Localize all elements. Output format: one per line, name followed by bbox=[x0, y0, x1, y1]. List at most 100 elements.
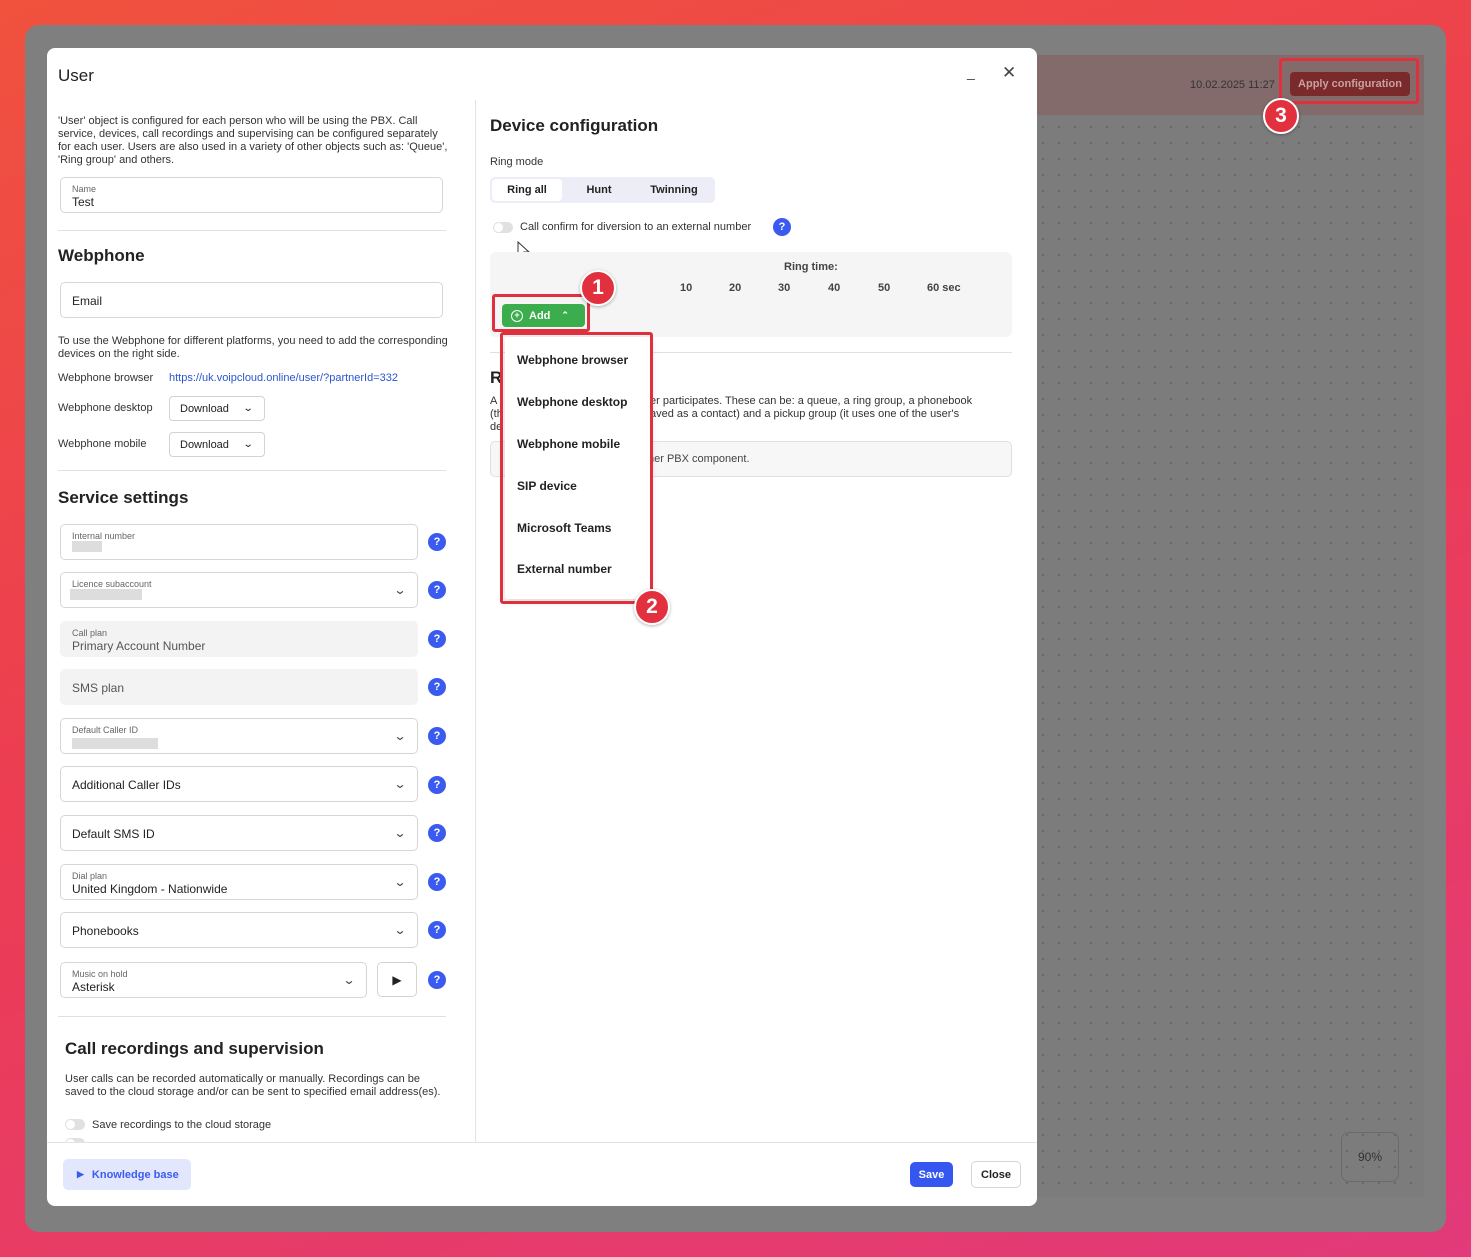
help-icon[interactable]: ? bbox=[428, 971, 446, 989]
chevron-down-icon: ⌄ bbox=[393, 777, 407, 791]
help-icon[interactable]: ? bbox=[428, 824, 446, 842]
internal-number-field[interactable]: Internal number bbox=[60, 524, 418, 560]
help-icon[interactable]: ? bbox=[428, 776, 446, 794]
licence-subaccount-select[interactable]: Licence subaccount ⌄ bbox=[60, 572, 418, 608]
email-label: Email bbox=[72, 294, 103, 308]
chevron-down-icon: ⌄ bbox=[242, 403, 254, 414]
config-timestamp: 10.02.2025 11:27 bbox=[1190, 79, 1275, 91]
help-icon[interactable]: ? bbox=[428, 533, 446, 551]
default-caller-id-label: Default Caller ID bbox=[72, 725, 139, 735]
ring-mode-label: Ring mode bbox=[490, 156, 544, 168]
play-music-button[interactable]: ▶ bbox=[377, 962, 417, 997]
dial-plan-select[interactable]: Dial plan United Kingdom - Nationwide ⌄ bbox=[60, 864, 418, 900]
chevron-down-icon: ⌄ bbox=[393, 875, 407, 889]
redacted-value bbox=[72, 541, 102, 552]
dial-plan-label: Dial plan bbox=[72, 871, 108, 881]
chevron-down-icon: ⌄ bbox=[393, 923, 407, 937]
play-icon: ▶ bbox=[77, 1169, 84, 1179]
highlight-add-button bbox=[492, 294, 590, 332]
music-on-hold-select[interactable]: Music on hold Asterisk ⌄ bbox=[60, 962, 367, 998]
name-field[interactable]: Name Test bbox=[60, 177, 443, 213]
webphone-info: To use the Webphone for different platfo… bbox=[58, 335, 448, 360]
save-cloud-toggle[interactable] bbox=[65, 1119, 85, 1130]
internal-number-label: Internal number bbox=[72, 531, 136, 541]
ring-time-label: Ring time: bbox=[784, 261, 838, 273]
help-icon[interactable]: ? bbox=[428, 581, 446, 599]
divider bbox=[58, 470, 446, 471]
groups-text-b1: er participates. These can be: a queue, … bbox=[650, 395, 973, 407]
music-on-hold-value: Asterisk bbox=[72, 980, 115, 994]
dial-plan-value: United Kingdom - Nationwide bbox=[72, 882, 228, 896]
groups-text-b2: aved as a contact) and a pickup group (i… bbox=[650, 408, 960, 420]
close-icon[interactable]: ✕ bbox=[1002, 63, 1016, 83]
knowledge-base-button[interactable]: ▶ Knowledge base bbox=[63, 1159, 191, 1190]
dialog-title: User bbox=[58, 66, 94, 85]
service-settings-heading: Service settings bbox=[58, 488, 189, 507]
ring-tick: 10 bbox=[680, 282, 693, 294]
redacted-value bbox=[72, 738, 158, 749]
groups-text-a1: A bbox=[490, 395, 498, 407]
default-sms-id-label: Default SMS ID bbox=[72, 827, 155, 841]
ring-tick: 30 bbox=[778, 282, 791, 294]
save-cloud-label: Save recordings to the cloud storage bbox=[92, 1119, 272, 1131]
download-label: Download bbox=[180, 438, 229, 451]
save-button[interactable]: Save bbox=[910, 1162, 953, 1187]
name-value: Test bbox=[72, 195, 95, 209]
minimize-icon[interactable]: _ bbox=[967, 64, 975, 80]
device-configuration-heading: Device configuration bbox=[490, 116, 659, 135]
chevron-down-icon: ⌄ bbox=[242, 439, 254, 450]
column-divider bbox=[475, 100, 476, 1142]
webphone-browser-link[interactable]: https://uk.voipcloud.online/user/?partne… bbox=[169, 372, 398, 384]
phonebooks-select[interactable]: Phonebooks ⌄ bbox=[60, 912, 418, 948]
help-icon[interactable]: ? bbox=[773, 218, 791, 236]
highlight-apply-configuration bbox=[1279, 58, 1419, 104]
recordings-heading: Call recordings and supervision bbox=[65, 1039, 324, 1058]
help-icon[interactable]: ? bbox=[428, 921, 446, 939]
footer-divider bbox=[47, 1142, 1037, 1143]
ring-tick: 40 bbox=[828, 282, 841, 294]
sms-plan-label: SMS plan bbox=[72, 681, 125, 695]
webphone-mobile-download[interactable]: Download ⌄ bbox=[169, 432, 265, 457]
call-confirm-toggle[interactable] bbox=[493, 222, 513, 233]
ring-mode-hunt[interactable]: Hunt bbox=[562, 179, 636, 201]
name-label: Name bbox=[72, 184, 97, 194]
webphone-heading: Webphone bbox=[58, 246, 145, 265]
help-icon[interactable]: ? bbox=[428, 727, 446, 745]
additional-caller-ids-select[interactable]: Additional Caller IDs ⌄ bbox=[60, 766, 418, 802]
help-icon[interactable]: ? bbox=[428, 630, 446, 648]
help-icon[interactable]: ? bbox=[428, 678, 446, 696]
step-badge-2: 2 bbox=[634, 589, 670, 625]
recordings-info: User calls can be recorded automatically… bbox=[65, 1073, 441, 1098]
knowledge-base-label: Knowledge base bbox=[91, 1168, 179, 1181]
music-on-hold-label: Music on hold bbox=[72, 969, 128, 979]
default-sms-id-select[interactable]: Default SMS ID ⌄ bbox=[60, 815, 418, 851]
ring-tick: 60 sec bbox=[927, 282, 961, 294]
email-field[interactable]: Email bbox=[60, 282, 443, 318]
call-confirm-label: Call confirm for diversion to an externa… bbox=[520, 221, 752, 233]
additional-caller-ids-label: Additional Caller IDs bbox=[72, 778, 181, 792]
help-icon[interactable]: ? bbox=[428, 873, 446, 891]
close-button[interactable]: Close bbox=[971, 1161, 1021, 1188]
chevron-down-icon: ⌄ bbox=[342, 973, 356, 987]
call-plan-value: Primary Account Number bbox=[72, 639, 206, 653]
ring-tick: 20 bbox=[729, 282, 742, 294]
webphone-desktop-download[interactable]: Download ⌄ bbox=[169, 396, 265, 421]
ring-mode-twinning[interactable]: Twinning bbox=[636, 179, 712, 201]
ring-mode-ring-all[interactable]: Ring all bbox=[492, 179, 562, 201]
left-column: 'User' object is configured for each per… bbox=[47, 100, 475, 1142]
play-icon: ▶ bbox=[392, 972, 402, 987]
download-label: Download bbox=[180, 402, 229, 415]
groups-empty-text: her PBX component. bbox=[648, 453, 750, 465]
default-caller-id-select[interactable]: Default Caller ID ⌄ bbox=[60, 718, 418, 754]
chevron-down-icon: ⌄ bbox=[393, 729, 407, 743]
zoom-level[interactable]: 90% bbox=[1341, 1132, 1399, 1182]
divider bbox=[58, 1016, 446, 1017]
user-dialog: User _ ✕ 'User' object is configured for… bbox=[47, 48, 1037, 1206]
chevron-down-icon: ⌄ bbox=[393, 583, 407, 597]
call-plan-label: Call plan bbox=[72, 628, 108, 638]
licence-subaccount-label: Licence subaccount bbox=[72, 579, 152, 589]
sms-plan-field: SMS plan bbox=[60, 669, 418, 705]
divider bbox=[58, 230, 446, 231]
intro-text: 'User' object is configured for each per… bbox=[58, 115, 448, 166]
redacted-value bbox=[70, 589, 142, 600]
